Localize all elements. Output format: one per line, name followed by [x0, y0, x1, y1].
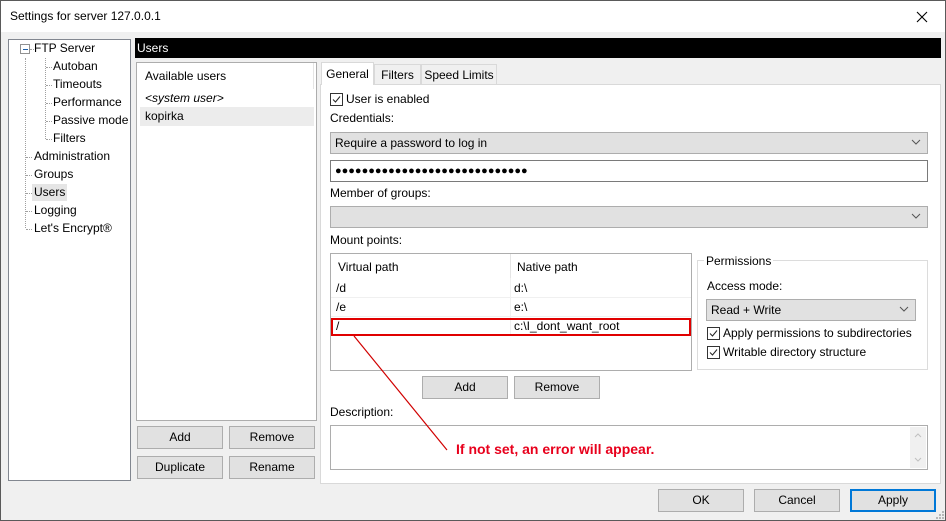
- column-header-virtual-path[interactable]: Virtual path: [338, 260, 399, 274]
- duplicate-user-button[interactable]: Duplicate: [137, 456, 223, 479]
- column-separator: [510, 254, 511, 278]
- window-title: Settings for server 127.0.0.1: [10, 9, 161, 23]
- permissions-title: Permissions: [704, 254, 774, 268]
- tree-line: [25, 58, 26, 228]
- tree-item-ftp-server[interactable]: FTP Server: [32, 40, 97, 57]
- virtual-path-cell: /: [336, 319, 340, 333]
- description-label: Description:: [330, 405, 394, 419]
- groups-dropdown[interactable]: [330, 206, 928, 228]
- title-bar: Settings for server 127.0.0.1: [1, 1, 945, 32]
- apply-subdirs-checkbox[interactable]: [707, 327, 720, 340]
- credentials-label: Credentials:: [330, 111, 395, 125]
- table-row[interactable]: /e e:\: [331, 298, 691, 317]
- column-header-native-path[interactable]: Native path: [517, 260, 578, 274]
- native-path-cell: c:\I_dont_want_root: [514, 319, 620, 333]
- credentials-value: Require a password to log in: [335, 136, 488, 150]
- tab-general[interactable]: General: [321, 62, 374, 85]
- collapse-icon[interactable]: [20, 44, 30, 54]
- user-enabled-label[interactable]: User is enabled: [346, 92, 429, 106]
- remove-user-button[interactable]: Remove: [229, 426, 315, 449]
- table-row[interactable]: / c:\I_dont_want_root: [331, 317, 691, 336]
- close-button[interactable]: [899, 1, 945, 32]
- tree-item-timeouts[interactable]: Timeouts: [51, 76, 104, 93]
- ok-button[interactable]: OK: [658, 489, 744, 512]
- groups-label: Member of groups:: [330, 186, 431, 200]
- tree-item-users[interactable]: Users: [32, 184, 68, 201]
- remove-mount-button[interactable]: Remove: [514, 376, 600, 399]
- settings-tree: FTP Server Autoban Timeouts Performance …: [8, 39, 131, 481]
- tree-item-passive-mode[interactable]: Passive mode: [51, 112, 130, 129]
- tree-line: [45, 58, 46, 139]
- tree-item-administration[interactable]: Administration: [32, 148, 112, 165]
- native-path-cell: e:\: [514, 300, 528, 314]
- virtual-path-cell: /d: [336, 281, 347, 295]
- tree-item-lets-encrypt[interactable]: Let's Encrypt®: [32, 220, 114, 237]
- table-row[interactable]: /d d:\: [331, 279, 691, 298]
- user-item-system[interactable]: <system user>: [140, 89, 314, 108]
- checkmark-icon: [709, 330, 718, 337]
- user-enabled-checkbox[interactable]: [330, 93, 343, 106]
- virtual-path-cell: /e: [336, 300, 347, 314]
- chevron-down-icon: [911, 213, 921, 219]
- close-icon: [916, 11, 928, 22]
- cancel-button[interactable]: Cancel: [754, 489, 840, 512]
- users-list[interactable]: Available users <system user> kopirka: [136, 62, 317, 421]
- chevron-down-icon: [911, 139, 921, 145]
- writable-structure-checkbox[interactable]: [707, 346, 720, 359]
- scroll-down-icon[interactable]: [910, 453, 926, 467]
- writable-structure-label[interactable]: Writable directory structure: [723, 345, 866, 359]
- tree-item-performance[interactable]: Performance: [51, 94, 124, 111]
- add-mount-button[interactable]: Add: [422, 376, 508, 399]
- users-column-header[interactable]: Available users: [145, 69, 226, 83]
- checkmark-icon: [709, 349, 718, 356]
- apply-button[interactable]: Apply: [850, 489, 936, 512]
- credentials-dropdown[interactable]: Require a password to log in: [330, 132, 928, 154]
- rename-user-button[interactable]: Rename: [229, 456, 315, 479]
- annotation-text: If not set, an error will appear.: [456, 441, 655, 457]
- add-user-button[interactable]: Add: [137, 426, 223, 449]
- page-title: Users: [135, 38, 941, 58]
- column-separator: [313, 63, 314, 89]
- checkmark-icon: [332, 96, 341, 103]
- tree-item-filters[interactable]: Filters: [51, 130, 88, 147]
- description-scrollbar[interactable]: [910, 427, 926, 468]
- tree-item-groups[interactable]: Groups: [32, 166, 75, 183]
- tab-speed-limits[interactable]: Speed Limits: [421, 64, 497, 84]
- resize-grip-icon[interactable]: [935, 510, 945, 520]
- password-field[interactable]: ●●●●●●●●●●●●●●●●●●●●●●●●●●●●●: [330, 160, 928, 182]
- scroll-up-icon[interactable]: [910, 429, 926, 443]
- native-path-cell: d:\: [514, 281, 528, 295]
- access-mode-dropdown[interactable]: Read + Write: [706, 299, 916, 321]
- mount-points-table[interactable]: Virtual path Native path /d d:\ /e e:\ /…: [330, 253, 692, 371]
- chevron-down-icon: [899, 306, 909, 312]
- tree-item-autoban[interactable]: Autoban: [51, 58, 100, 75]
- user-item-kopirka[interactable]: kopirka: [140, 107, 314, 126]
- apply-subdirs-label[interactable]: Apply permissions to subdirectories: [723, 326, 912, 340]
- tab-filters[interactable]: Filters: [374, 64, 421, 84]
- access-mode-label: Access mode:: [707, 279, 783, 293]
- tree-item-logging[interactable]: Logging: [32, 202, 79, 219]
- access-mode-value: Read + Write: [711, 303, 782, 317]
- mount-points-label: Mount points:: [330, 233, 403, 247]
